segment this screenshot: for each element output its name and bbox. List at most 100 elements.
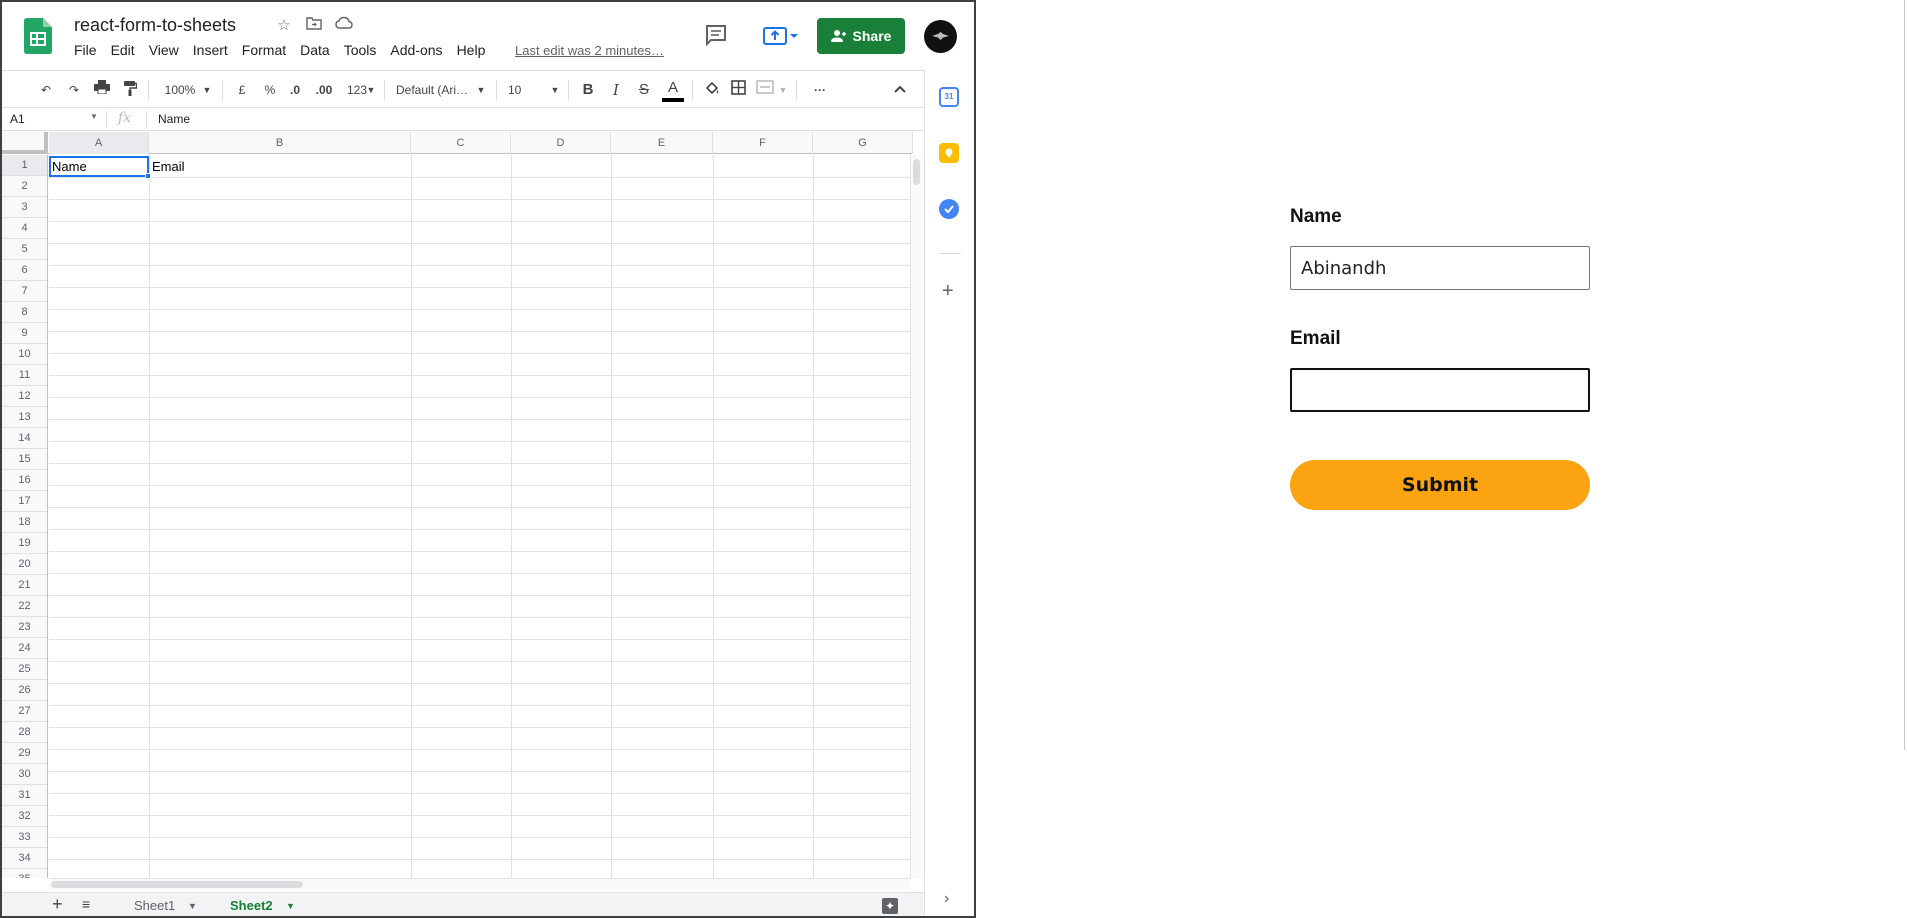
merge-dropdown-icon[interactable]: ▼	[778, 80, 788, 100]
row-header[interactable]: 6	[2, 260, 47, 281]
row-header[interactable]: 29	[2, 743, 47, 764]
name-box-dropdown-icon[interactable]: ▼	[90, 112, 98, 121]
add-sheet-icon[interactable]: +	[52, 894, 63, 915]
page-scrollbar[interactable]	[1904, 0, 1905, 750]
row-header[interactable]: 33	[2, 827, 47, 848]
share-button[interactable]: Share	[817, 18, 905, 54]
column-header-g[interactable]: G	[813, 132, 913, 154]
strikethrough-button[interactable]: S	[634, 80, 654, 100]
more-options-icon[interactable]: ···	[808, 80, 832, 100]
font-size-dropdown-icon[interactable]: ▼	[550, 80, 560, 100]
column-header-d[interactable]: D	[511, 132, 611, 154]
comments-icon[interactable]	[704, 24, 728, 46]
menu-insert[interactable]: Insert	[193, 42, 228, 58]
menu-help[interactable]: Help	[457, 42, 486, 58]
font-family-select[interactable]: Default (Ari…	[396, 80, 478, 100]
star-icon[interactable]: ☆	[274, 16, 294, 36]
formula-input[interactable]: Name	[158, 112, 190, 126]
cell-grid[interactable]: Name Email	[49, 155, 912, 878]
row-header[interactable]: 32	[2, 806, 47, 827]
menu-tools[interactable]: Tools	[344, 42, 377, 58]
present-button[interactable]	[759, 20, 803, 52]
row-header[interactable]: 34	[2, 848, 47, 869]
row-header[interactable]: 21	[2, 575, 47, 596]
last-edit-link[interactable]: Last edit was 2 minutes…	[515, 43, 664, 58]
row-header[interactable]: 24	[2, 638, 47, 659]
get-add-ons-plus-icon[interactable]: +	[942, 280, 954, 303]
row-header[interactable]: 35	[2, 869, 47, 878]
menu-view[interactable]: View	[149, 42, 179, 58]
column-header-a[interactable]: A	[49, 132, 149, 154]
row-header[interactable]: 16	[2, 470, 47, 491]
redo-icon[interactable]: ↷	[64, 80, 84, 100]
row-header[interactable]: 9	[2, 323, 47, 344]
tab-sheet2-dropdown-icon[interactable]: ▼	[286, 901, 295, 911]
borders-icon[interactable]	[728, 80, 748, 100]
row-header[interactable]: 31	[2, 785, 47, 806]
menu-data[interactable]: Data	[300, 42, 330, 58]
menu-format[interactable]: Format	[242, 42, 286, 58]
row-header[interactable]: 7	[2, 281, 47, 302]
percent-format-button[interactable]: %	[260, 80, 280, 100]
italic-button[interactable]: I	[606, 80, 626, 100]
cell-a1[interactable]: Name	[49, 156, 149, 177]
text-color-button[interactable]: A	[662, 80, 684, 102]
undo-icon[interactable]: ↶	[36, 80, 56, 100]
bold-button[interactable]: B	[578, 80, 598, 100]
row-header[interactable]: 20	[2, 554, 47, 575]
merge-cells-icon[interactable]	[754, 80, 776, 100]
select-all-corner[interactable]	[2, 132, 48, 154]
row-header[interactable]: 2	[2, 176, 47, 197]
email-input[interactable]	[1290, 368, 1590, 412]
tasks-icon[interactable]	[939, 199, 959, 219]
row-header[interactable]: 3	[2, 197, 47, 218]
paint-format-icon[interactable]	[120, 80, 140, 100]
row-header[interactable]: 1	[2, 155, 47, 176]
account-avatar[interactable]	[924, 20, 957, 53]
calendar-icon[interactable]: 31	[939, 87, 959, 107]
row-header[interactable]: 28	[2, 722, 47, 743]
row-header[interactable]: 18	[2, 512, 47, 533]
decrease-decimal-button[interactable]: .0	[284, 80, 306, 100]
row-header[interactable]: 4	[2, 218, 47, 239]
row-header[interactable]: 27	[2, 701, 47, 722]
submit-button[interactable]: Submit	[1290, 460, 1590, 510]
vertical-scroll-thumb[interactable]	[913, 159, 920, 185]
horizontal-scrollbar[interactable]	[49, 878, 910, 890]
tab-sheet1[interactable]: Sheet1	[134, 898, 175, 913]
increase-decimal-button[interactable]: .00	[310, 80, 338, 100]
fill-color-icon[interactable]	[702, 80, 722, 100]
row-header[interactable]: 13	[2, 407, 47, 428]
move-folder-icon[interactable]	[304, 16, 324, 36]
sheets-logo-icon[interactable]	[24, 18, 52, 54]
tab-sheet2[interactable]: Sheet2	[230, 898, 273, 913]
font-size-select[interactable]: 10	[508, 80, 538, 100]
row-header[interactable]: 22	[2, 596, 47, 617]
row-header[interactable]: 14	[2, 428, 47, 449]
row-header[interactable]: 19	[2, 533, 47, 554]
row-header[interactable]: 12	[2, 386, 47, 407]
zoom-dropdown-icon[interactable]: ▼	[202, 80, 212, 100]
keep-icon[interactable]	[939, 143, 959, 163]
row-header[interactable]: 15	[2, 449, 47, 470]
menu-add-ons[interactable]: Add-ons	[390, 42, 442, 58]
currency-format-button[interactable]: £	[232, 80, 252, 100]
row-header[interactable]: 25	[2, 659, 47, 680]
name-input[interactable]	[1290, 246, 1590, 290]
vertical-scrollbar[interactable]	[910, 155, 922, 878]
row-header[interactable]: 26	[2, 680, 47, 701]
menu-edit[interactable]: Edit	[111, 42, 135, 58]
row-header[interactable]: 5	[2, 239, 47, 260]
row-header[interactable]: 11	[2, 365, 47, 386]
font-family-dropdown-icon[interactable]: ▼	[476, 80, 486, 100]
column-header-e[interactable]: E	[611, 132, 713, 154]
number-format-dropdown-icon[interactable]: ▼	[366, 80, 376, 100]
explore-icon[interactable]: ✦	[882, 898, 898, 914]
cell-b1[interactable]: Email	[149, 156, 411, 177]
row-header[interactable]: 23	[2, 617, 47, 638]
row-header[interactable]: 30	[2, 764, 47, 785]
menu-file[interactable]: File	[74, 42, 97, 58]
column-header-c[interactable]: C	[411, 132, 511, 154]
all-sheets-list-icon[interactable]: ≡	[82, 896, 90, 912]
print-icon[interactable]	[92, 80, 112, 100]
